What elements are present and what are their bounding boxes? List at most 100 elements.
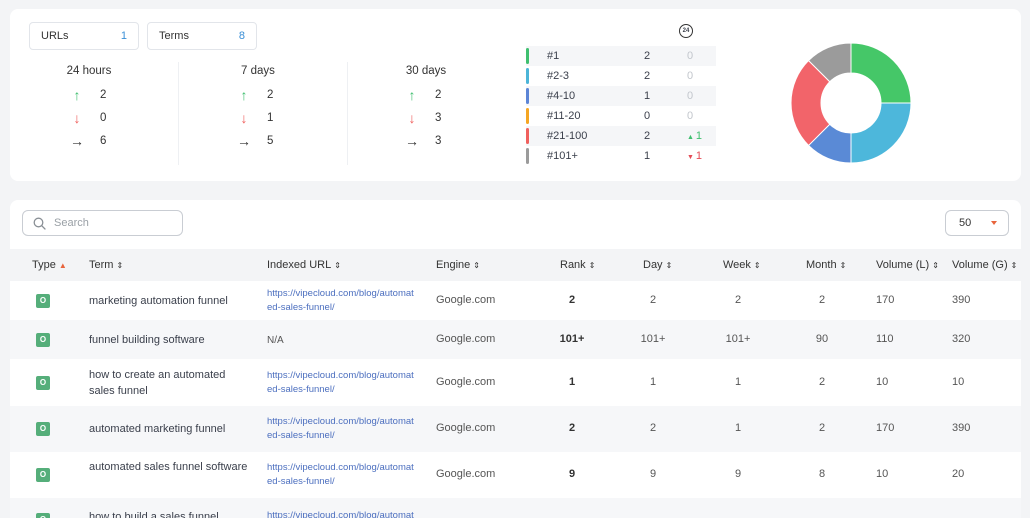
search-input[interactable]: Search [22,210,183,236]
table-row[interactable]: Oautomated marketing funnel https://vipec… [10,406,1021,452]
col-volume-local[interactable]: Volume (L) ⇕ [876,259,939,271]
arrow-down-icon: ↓ [408,109,416,126]
term-cell: how to build a sales funnel [89,511,219,518]
rank-bucket-change: ▲ 1 [687,130,702,142]
engine-cell: Google.com [436,376,496,388]
rank-bucket-label: #11-20 [547,110,581,122]
table-row[interactable]: Oautomated sales funnel software https://… [10,452,1021,498]
indexed-url-link[interactable]: https://vipecloud.com/blog/automated-sal… [267,287,419,315]
sort-icon: ⇕ [473,261,480,270]
rank-bucket-count: 1 [644,90,651,102]
week-cell: 9 [734,468,742,480]
rank-bucket-count: 2 [644,50,651,62]
volume-global-cell: 390 [952,294,971,306]
col-rank[interactable]: Rank ⇕ [560,259,595,271]
urls-pill[interactable]: URLs 1 [29,22,139,50]
week-cell: 1 [734,422,742,434]
rank-bucket-row: #101+ 1 ▼ 1 [526,146,716,166]
day-cell: 1 [649,376,657,388]
period-title: 7 days [241,65,275,77]
rank-bucket-row: #11-20 0 0 [526,106,716,126]
month-cell: 2 [818,422,826,434]
term-cell: marketing automation funnel [89,295,228,307]
refresh-24h-icon[interactable]: 24 [679,24,693,38]
period-30d: 30 days ↑ 2 ↓ 3 → 3 [351,65,501,152]
col-type[interactable]: Type ▲ [32,259,67,271]
volume-local-cell: 10 [876,468,889,480]
col-week[interactable]: Week ⇕ [723,259,761,271]
table-row[interactable]: Omarketing automation funnel https://vipe… [10,281,1021,320]
type-organic-badge: O [36,422,50,436]
week-cell: 1 [734,376,742,388]
search-icon [33,217,46,230]
sort-icon: ⇕ [753,261,761,270]
rank-bucket-label: #101+ [547,150,578,162]
col-engine-label: Engine [436,259,471,271]
period-flat-count: 5 [267,134,274,147]
sort-icon: ⇕ [665,261,673,270]
caret-down-icon [991,221,997,225]
donut-slice[interactable] [850,42,912,104]
volume-local-cell: 170 [876,294,895,306]
rank-bucket-count: 0 [644,110,651,122]
col-term[interactable]: Term ⇕ [89,259,123,271]
donut-slice[interactable] [850,102,912,164]
rank-bucket-label: #21-100 [547,130,588,142]
summary-card: URLs 1 Terms 8 24 hours ↑ 2 ↓ 0 → 6 7 days … [10,9,1021,181]
rank-bucket-label: #2-3 [547,70,570,82]
engine-cell: Google.com [436,294,496,306]
col-month[interactable]: Month ⇕ [806,259,846,271]
indexed-url-link[interactable]: https://vipecloud.com/blog/automated-sal… [267,461,419,489]
triangle-down-icon: ▼ [687,154,696,161]
day-cell: 101+ [640,333,666,345]
volume-global-cell: 390 [952,422,971,434]
rank-bucket-count: 2 [644,70,651,82]
terms-label: Terms [159,30,189,42]
col-volume-global[interactable]: Volume (G) ⇕ [952,259,1017,271]
rank-bucket-row: #2-3 2 0 [526,66,716,86]
period-title: 24 hours [66,65,112,77]
search-placeholder: Search [54,217,89,229]
rank-bucket-row: #1 2 0 [526,46,716,66]
col-day-label: Day [643,259,663,271]
rank-change-value: 0 [687,110,694,122]
col-week-label: Week [723,259,751,271]
type-organic-badge: O [36,468,50,482]
month-cell: 8 [818,468,826,480]
rank-bucket-change: 0 [687,90,693,102]
per-page-select[interactable]: 50 [945,210,1009,236]
type-organic-badge: O [36,333,50,347]
rank-distribution-table: #1 2 0 #2-3 2 0 #4-10 1 0 #11-20 0 0 #21-100 2 ▲ 1 #101… [526,46,716,166]
urls-count: 1 [120,30,127,42]
rank-bucket-change: ▼ 1 [687,150,702,162]
table-row[interactable]: Ofunnel building software N/A Google.com 10… [10,320,1021,359]
rank-color-bar [526,68,529,84]
volume-local-cell: 170 [876,422,895,434]
period-down-count: 3 [435,111,442,124]
term-cell: how to create an automated sales funnel [89,369,226,397]
rank-color-bar [526,128,529,144]
rank-color-bar [526,48,529,64]
rank-color-bar [526,148,529,164]
term-cell: automated marketing funnel [89,423,226,435]
col-engine[interactable]: Engine ⇕ [436,259,480,271]
triangle-up-icon: ▲ [687,134,696,141]
type-organic-badge: O [36,513,50,518]
indexed-url-cell: N/A [267,335,284,346]
keywords-card: Search 50 Type ▲ Term ⇕ Indexed URL ⇕ Engin… [10,200,1021,518]
terms-pill[interactable]: Terms 8 [147,22,257,50]
indexed-url-link[interactable]: https://vipecloud.com/blog/automated-sal… [267,509,419,518]
col-day[interactable]: Day ⇕ [643,259,672,271]
engine-cell: Google.com [436,333,496,345]
sort-icon: ⇕ [334,261,341,270]
arrow-right-icon: → [237,132,251,149]
col-vol-g-label: Volume (G) [952,259,1008,271]
table-row[interactable]: Ohow to build a sales funnel https://vipe… [10,498,1021,518]
indexed-url-link[interactable]: https://vipecloud.com/blog/automated-sal… [267,415,419,443]
arrow-down-icon: ↓ [240,109,248,126]
table-row[interactable]: Ohow to create an automated sales funnel… [10,359,1021,406]
rank-change-value: 0 [687,70,694,82]
indexed-url-link[interactable]: https://vipecloud.com/blog/automated-sal… [267,369,419,397]
arrow-down-icon: ↓ [73,109,81,126]
col-indexed-url[interactable]: Indexed URL ⇕ [267,259,341,271]
